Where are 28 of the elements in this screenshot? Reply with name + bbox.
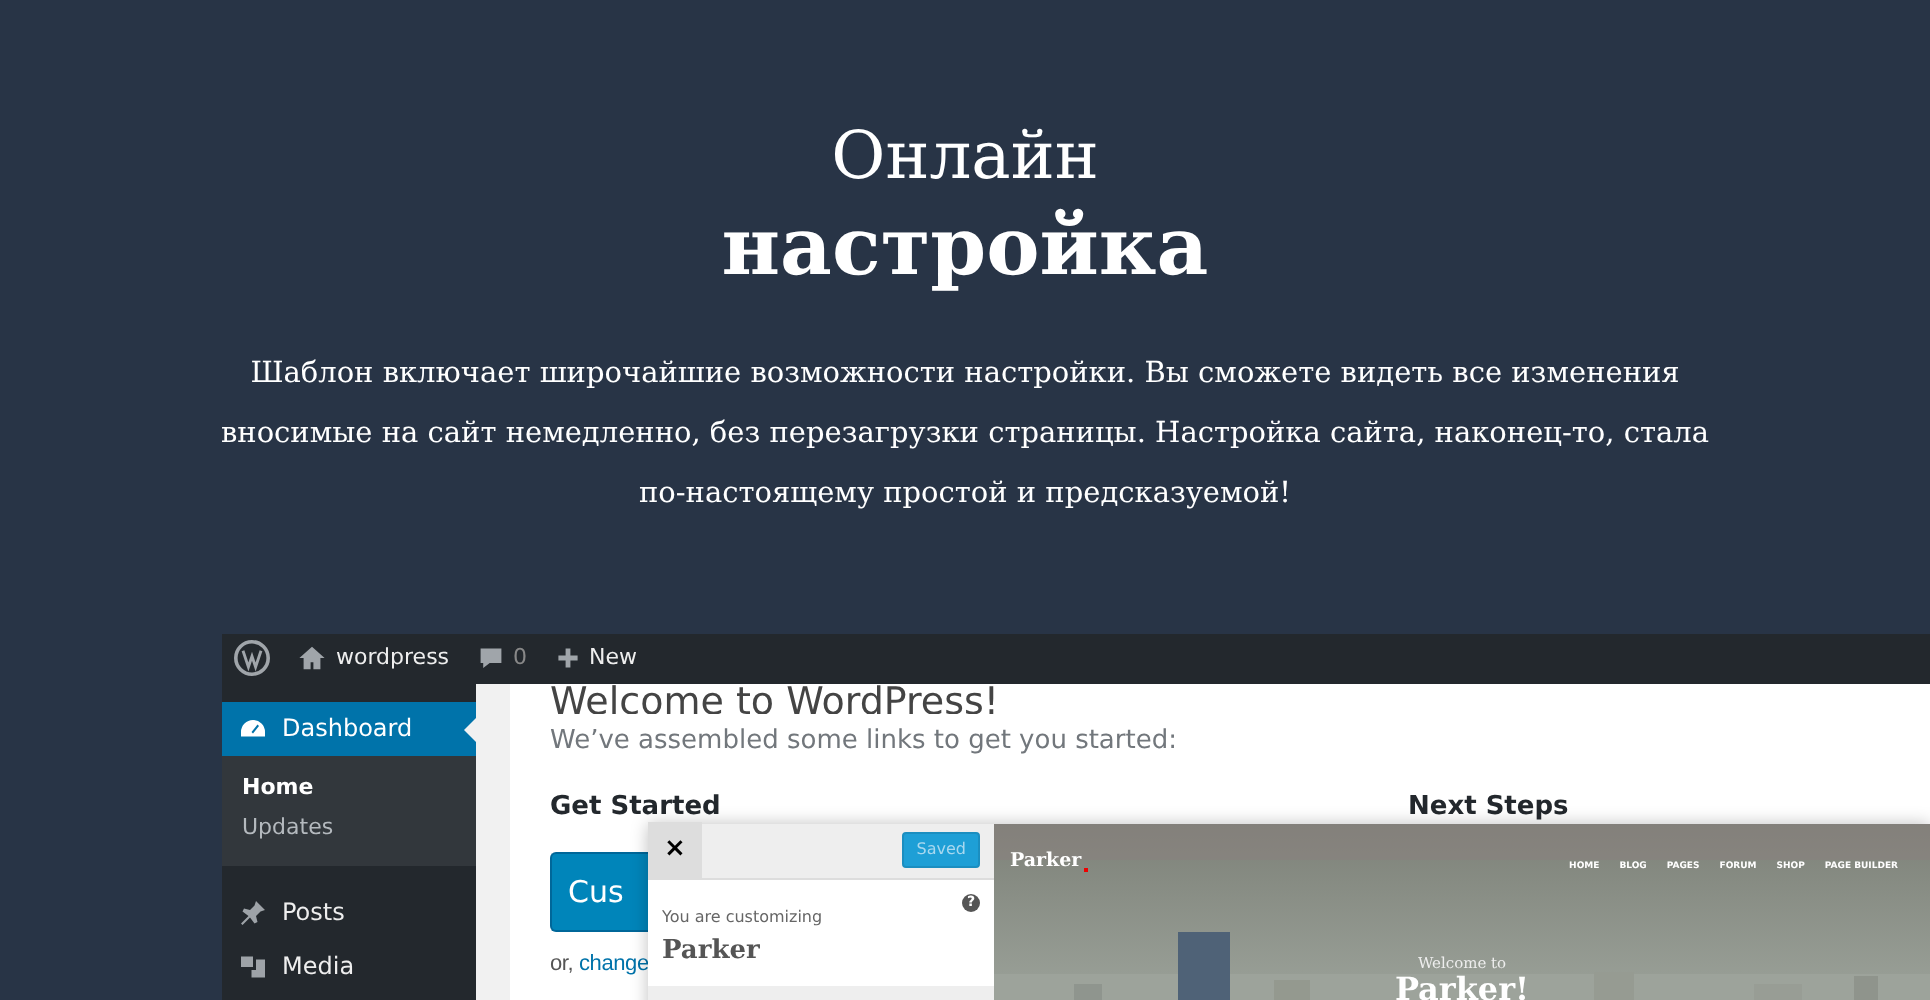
customize-button[interactable]: Cus — [550, 851, 648, 933]
customizing-caption: You are customizing — [662, 905, 823, 930]
hero-headline: Parker! — [1392, 973, 1532, 1000]
sidebar-item[interactable]: Media — [222, 939, 476, 994]
close-button[interactable]: × — [648, 822, 702, 879]
plus-icon — [555, 646, 580, 671]
pin-icon — [238, 897, 268, 928]
welcome-subtitle: We’ve assembled some links to get you started: — [550, 723, 1179, 760]
site-logo[interactable]: Parker — [1010, 847, 1082, 876]
hero-title: настройка — [719, 197, 1211, 298]
hero-description: Шаблон включает широчайшие возможности настройки. Вы сможете видеть все изменения вносимые на сайт немедленно, без перезагрузки страницы. Настройка сайта, наконец-то, стала по-настоящему простой и предсказуемой! — [220, 355, 1710, 514]
media-icon — [238, 951, 268, 982]
submenu-item[interactable]: Updates — [222, 808, 476, 850]
comment-count[interactable]: 0 — [513, 641, 528, 675]
comment-icon — [477, 645, 504, 672]
site-name-link[interactable]: wordpress — [336, 641, 450, 675]
section-heading: Next Steps — [1408, 790, 1569, 827]
home-icon — [298, 644, 326, 673]
sidebar-item[interactable]: Posts — [222, 885, 476, 940]
submenu-item[interactable]: Home — [222, 767, 476, 809]
change-link[interactable]: change — [579, 952, 649, 977]
logo-icon — [234, 640, 270, 677]
theme-name: Parker — [662, 933, 762, 970]
sidebar-item[interactable]: Dashboard — [222, 701, 476, 756]
section-heading: Get Started — [550, 790, 723, 827]
welcome-title: Welcome to WordPress! — [550, 683, 1002, 714]
hero-title: Онлайн — [829, 116, 1101, 196]
new-link[interactable]: New — [589, 641, 638, 675]
